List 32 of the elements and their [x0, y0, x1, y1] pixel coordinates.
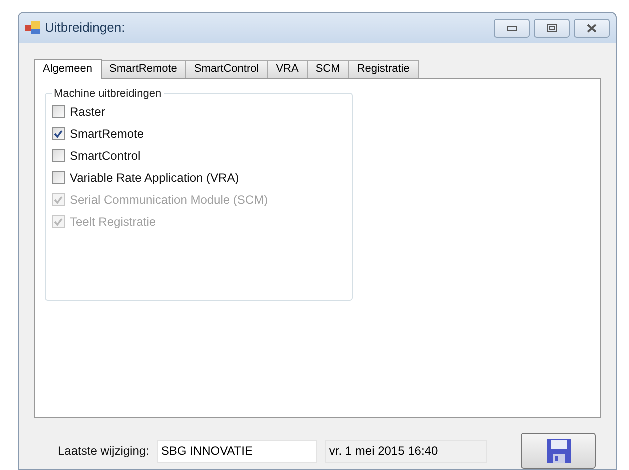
- checkbox-label: Raster: [70, 104, 106, 120]
- minimize-button[interactable]: [494, 18, 530, 38]
- tab[interactable]: Algemeen: [34, 59, 102, 79]
- tab[interactable]: SCM: [306, 60, 350, 78]
- checkmark-icon: [54, 218, 63, 226]
- checkbox-label: Teelt Registratie: [70, 214, 156, 230]
- checkbox-label: Serial Communication Module (SCM): [70, 192, 268, 208]
- checkbox[interactable]: [52, 127, 65, 140]
- close-button[interactable]: [574, 18, 610, 38]
- maximize-icon: [547, 24, 557, 32]
- checkbox-label: SmartControl: [70, 148, 141, 164]
- app-icon: [25, 21, 41, 35]
- checkbox-label: SmartRemote: [70, 126, 144, 142]
- footer-label: Laatste wijziging:: [58, 443, 150, 460]
- save-button[interactable]: [521, 433, 596, 469]
- minimize-icon: [507, 25, 517, 31]
- tab[interactable]: SmartRemote: [100, 60, 186, 78]
- checkbox-label: Variable Rate Application (VRA): [70, 170, 240, 186]
- checkbox[interactable]: [52, 149, 65, 162]
- group-title: Machine uitbreidingen: [52, 86, 164, 102]
- tab[interactable]: VRA: [267, 60, 308, 78]
- user-field: SBG INNOVATIE: [157, 440, 318, 462]
- checkbox[interactable]: [52, 171, 65, 184]
- close-icon: [587, 24, 597, 32]
- window-title: Uitbreidingen:: [45, 19, 126, 38]
- date-field: vr. 1 mei 2015 16:40: [325, 440, 488, 462]
- maximize-button[interactable]: [534, 18, 570, 38]
- checkmark-icon: [54, 130, 63, 138]
- tab[interactable]: Registratie: [348, 60, 419, 78]
- tab[interactable]: SmartControl: [185, 60, 268, 78]
- checkmark-icon: [54, 196, 63, 204]
- checkbox[interactable]: [52, 105, 65, 118]
